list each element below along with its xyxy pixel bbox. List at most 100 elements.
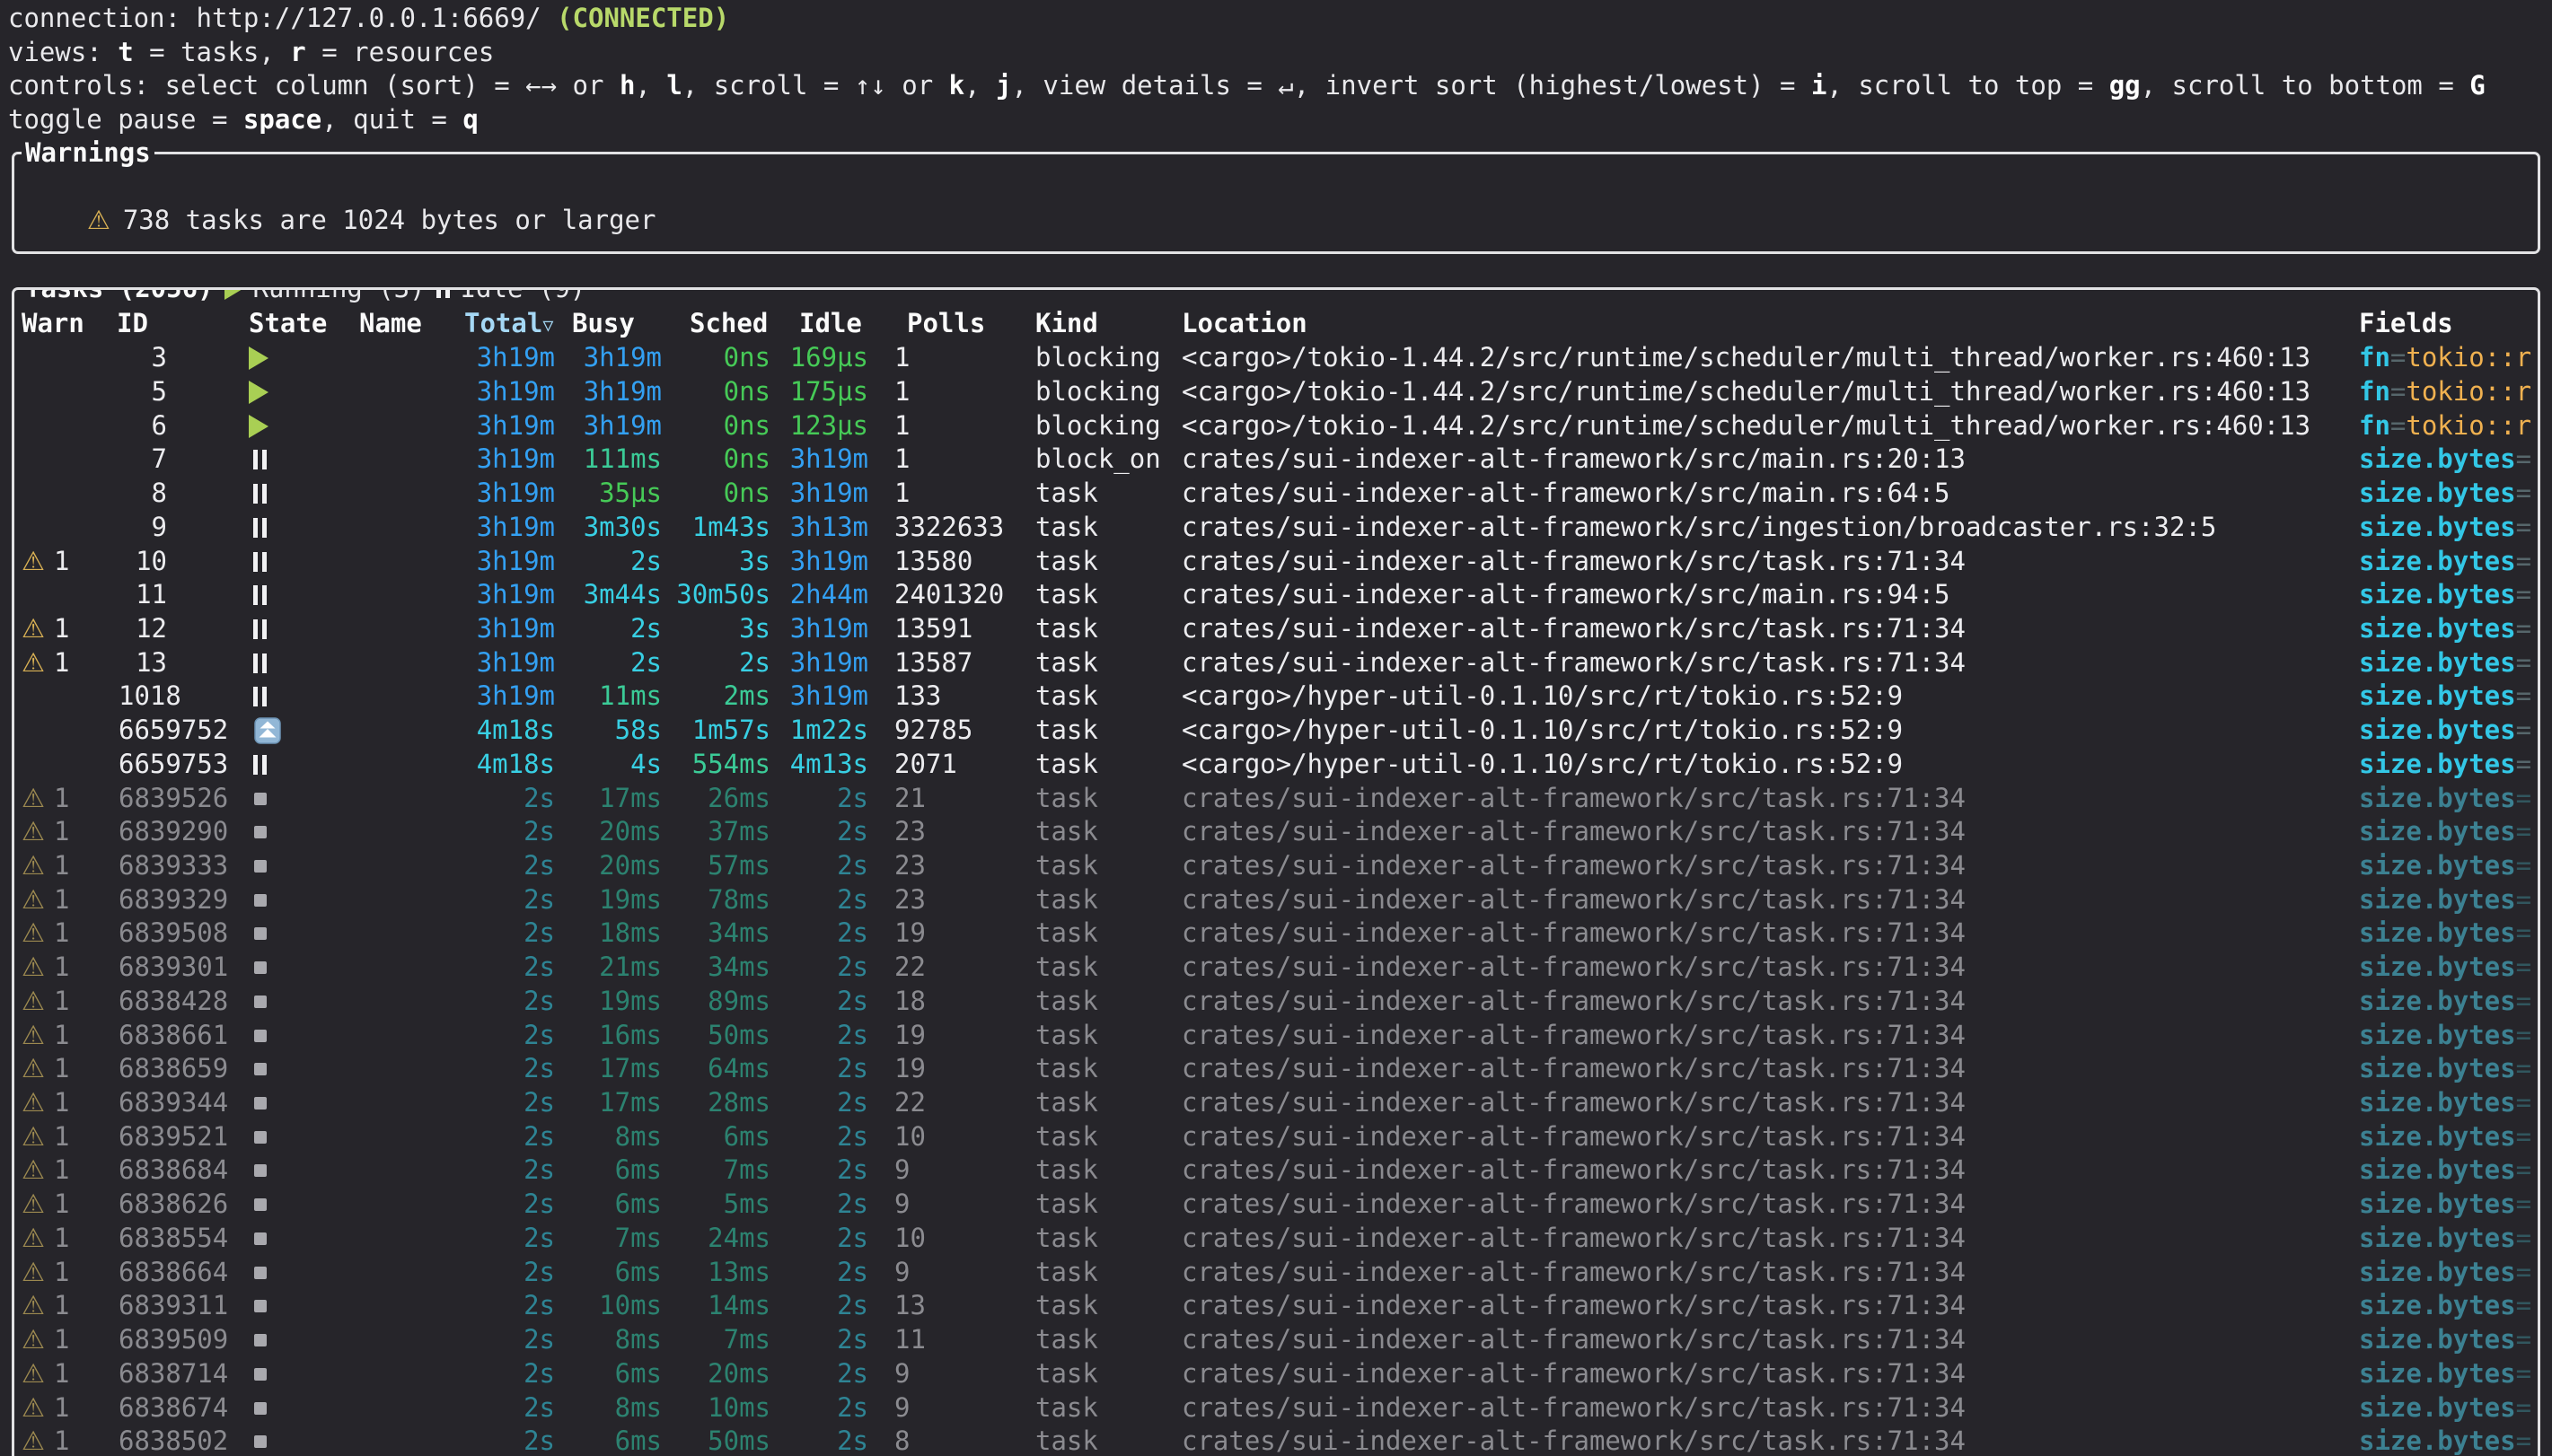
task-row[interactable]: ⚠168393292s19ms78ms2s23taskcrates/sui-in… xyxy=(14,883,2538,917)
task-row[interactable]: 63h19m3h19m0ns123µs1blocking<cargo>/toki… xyxy=(14,409,2538,443)
total-cell: 2s xyxy=(431,917,555,951)
total-cell: 2s xyxy=(431,1289,555,1323)
column-header-name[interactable]: Name xyxy=(359,307,422,341)
column-header-state[interactable]: State xyxy=(249,307,327,341)
field-name: size.bytes xyxy=(2359,917,2516,948)
task-row[interactable]: ⚠168384282s19ms89ms2s18taskcrates/sui-in… xyxy=(14,985,2538,1019)
task-row[interactable]: ⚠168386612s16ms50ms2s19taskcrates/sui-in… xyxy=(14,1019,2538,1053)
task-row[interactable]: ⚠168386262s6ms5ms2s9taskcrates/sui-index… xyxy=(14,1188,2538,1222)
warning-icon: ⚠ xyxy=(22,1323,45,1357)
toggle-key: q xyxy=(462,104,478,135)
toggle-text: , quit = xyxy=(321,104,462,135)
task-row[interactable]: ⚠168385542s7ms24ms2s10taskcrates/sui-ind… xyxy=(14,1222,2538,1256)
task-row[interactable]: ⚠1103h19m2s3s3h19m13580taskcrates/sui-in… xyxy=(14,545,2538,579)
task-row[interactable]: 66597524m18s58s1m57s1m22s92785task<cargo… xyxy=(14,714,2538,748)
fields-cell: size.bytes= xyxy=(2359,545,2531,579)
total-cell: 2s xyxy=(431,951,555,985)
task-row[interactable]: ⚠168393112s10ms14ms2s13taskcrates/sui-in… xyxy=(14,1289,2538,1323)
field-name: size.bytes xyxy=(2359,1121,2516,1152)
task-id-cell: 6838659 xyxy=(119,1052,228,1086)
warning-icon: ⚠ xyxy=(22,1086,45,1120)
busy-cell: 2s xyxy=(539,545,662,579)
field-equals: = xyxy=(2516,647,2531,678)
polls-cell: 1 xyxy=(894,341,910,375)
paused-icon xyxy=(253,619,267,639)
column-header-kind[interactable]: Kind xyxy=(1035,307,1098,341)
task-row[interactable]: ⚠1123h19m2s3s3h19m13591taskcrates/sui-in… xyxy=(14,612,2538,646)
polls-cell: 9 xyxy=(894,1256,910,1290)
field-equals: = xyxy=(2516,1188,2531,1219)
task-row[interactable]: ⚠168386642s6ms13ms2s9taskcrates/sui-inde… xyxy=(14,1256,2538,1290)
column-header-total[interactable]: Total▿ xyxy=(464,307,553,343)
task-row[interactable]: ⚠168386842s6ms7ms2s9taskcrates/sui-index… xyxy=(14,1153,2538,1188)
column-header-sched[interactable]: Sched xyxy=(690,307,768,341)
task-row[interactable]: 93h19m3m30s1m43s3h13m3322633taskcrates/s… xyxy=(14,511,2538,545)
paused-icon xyxy=(436,287,450,298)
field-name: size.bytes xyxy=(2359,850,2516,881)
warning-icon: ⚠ xyxy=(22,1425,45,1456)
idle-cell: 2s xyxy=(745,1391,868,1425)
busy-cell: 4s xyxy=(539,748,662,782)
fields-cell: size.bytes= xyxy=(2359,511,2531,545)
task-row[interactable]: ⚠1133h19m2s2s3h19m13587taskcrates/sui-in… xyxy=(14,646,2538,680)
warn-count-cell: 1 xyxy=(54,917,69,951)
task-row[interactable]: ⚠168387142s6ms20ms2s9taskcrates/sui-inde… xyxy=(14,1357,2538,1391)
kind-cell: task xyxy=(1035,545,1098,579)
column-header-id[interactable]: ID xyxy=(117,307,148,341)
task-row[interactable]: ⚠168393332s20ms57ms2s23taskcrates/sui-in… xyxy=(14,849,2538,883)
polls-cell: 19 xyxy=(894,1019,926,1053)
idle-cell: 2s xyxy=(745,1052,868,1086)
task-row[interactable]: ⚠168386742s8ms10ms2s9taskcrates/sui-inde… xyxy=(14,1391,2538,1425)
column-header-fields[interactable]: Fields xyxy=(2359,307,2453,341)
task-row[interactable]: ⚠168393012s21ms34ms2s22taskcrates/sui-in… xyxy=(14,951,2538,985)
task-row[interactable]: ⚠168386592s17ms64ms2s19taskcrates/sui-in… xyxy=(14,1052,2538,1086)
kind-cell: task xyxy=(1035,511,1098,545)
running-icon xyxy=(249,381,268,404)
field-name: size.bytes xyxy=(2359,478,2516,508)
field-name: size.bytes xyxy=(2359,1425,2516,1456)
warning-icon: ⚠ xyxy=(22,1019,45,1053)
idle-cell: 2s xyxy=(745,985,868,1019)
controls-text: or xyxy=(557,70,620,101)
task-row[interactable]: 53h19m3h19m0ns175µs1blocking<cargo>/toki… xyxy=(14,375,2538,409)
warning-icon: ⚠ xyxy=(87,205,110,235)
task-row[interactable]: ⚠168395262s17ms26ms2s21taskcrates/sui-in… xyxy=(14,782,2538,816)
task-row[interactable]: ⚠168393442s17ms28ms2s22taskcrates/sui-in… xyxy=(14,1086,2538,1120)
field-equals: = xyxy=(2516,1257,2531,1287)
task-row[interactable]: ⚠168395092s8ms7ms2s11taskcrates/sui-inde… xyxy=(14,1323,2538,1357)
idle-cell: 3h19m xyxy=(745,443,868,477)
controls-text: , view details = xyxy=(1011,70,1278,101)
warn-count-cell: 1 xyxy=(54,849,69,883)
views-key: r xyxy=(290,37,305,67)
kind-cell: task xyxy=(1035,1052,1098,1086)
task-row[interactable]: ⚠168395082s18ms34ms2s19taskcrates/sui-in… xyxy=(14,917,2538,951)
warn-count-cell: 1 xyxy=(54,1052,69,1086)
column-header-busy[interactable]: Busy xyxy=(572,307,635,341)
column-header-polls[interactable]: Polls xyxy=(907,307,985,341)
column-header-idle[interactable]: Idle xyxy=(799,307,862,341)
task-row[interactable]: ⚠168395212s8ms6ms2s10taskcrates/sui-inde… xyxy=(14,1120,2538,1154)
column-header-location[interactable]: Location xyxy=(1182,307,1307,341)
field-equals: = xyxy=(2516,1358,2531,1389)
polls-cell: 10 xyxy=(894,1120,926,1154)
task-row[interactable]: 83h19m35µs0ns3h19m1taskcrates/sui-indexe… xyxy=(14,477,2538,511)
task-row[interactable]: ⚠168385022s6ms50ms2s8taskcrates/sui-inde… xyxy=(14,1425,2538,1456)
task-row[interactable]: 113h19m3m44s30m50s2h44m2401320taskcrates… xyxy=(14,578,2538,612)
running-icon xyxy=(249,346,268,370)
task-row[interactable]: 66597534m18s4s554ms4m13s2071task<cargo>/… xyxy=(14,748,2538,782)
total-cell: 2s xyxy=(431,1323,555,1357)
task-id-cell: 10 xyxy=(117,545,167,579)
task-row[interactable]: 33h19m3h19m0ns169µs1blocking<cargo>/toki… xyxy=(14,341,2538,375)
task-row[interactable]: 10183h19m11ms2ms3h19m133task<cargo>/hype… xyxy=(14,680,2538,714)
task-row[interactable]: 73h19m111ms0ns3h19m1block_oncrates/sui-i… xyxy=(14,443,2538,477)
column-header-warn[interactable]: Warn xyxy=(22,307,84,341)
controls-text: or xyxy=(886,70,949,101)
task-row[interactable]: ⚠168392902s20ms37ms2s23taskcrates/sui-in… xyxy=(14,815,2538,849)
location-cell: crates/sui-indexer-alt-framework/src/tas… xyxy=(1182,545,1966,579)
field-equals: = xyxy=(2516,546,2531,576)
idle-cell: 3h13m xyxy=(745,511,868,545)
idle-cell: 2s xyxy=(745,782,868,816)
warn-count-cell: 1 xyxy=(54,1120,69,1154)
views-text: = resources xyxy=(306,37,495,67)
stopped-icon xyxy=(254,1402,267,1415)
